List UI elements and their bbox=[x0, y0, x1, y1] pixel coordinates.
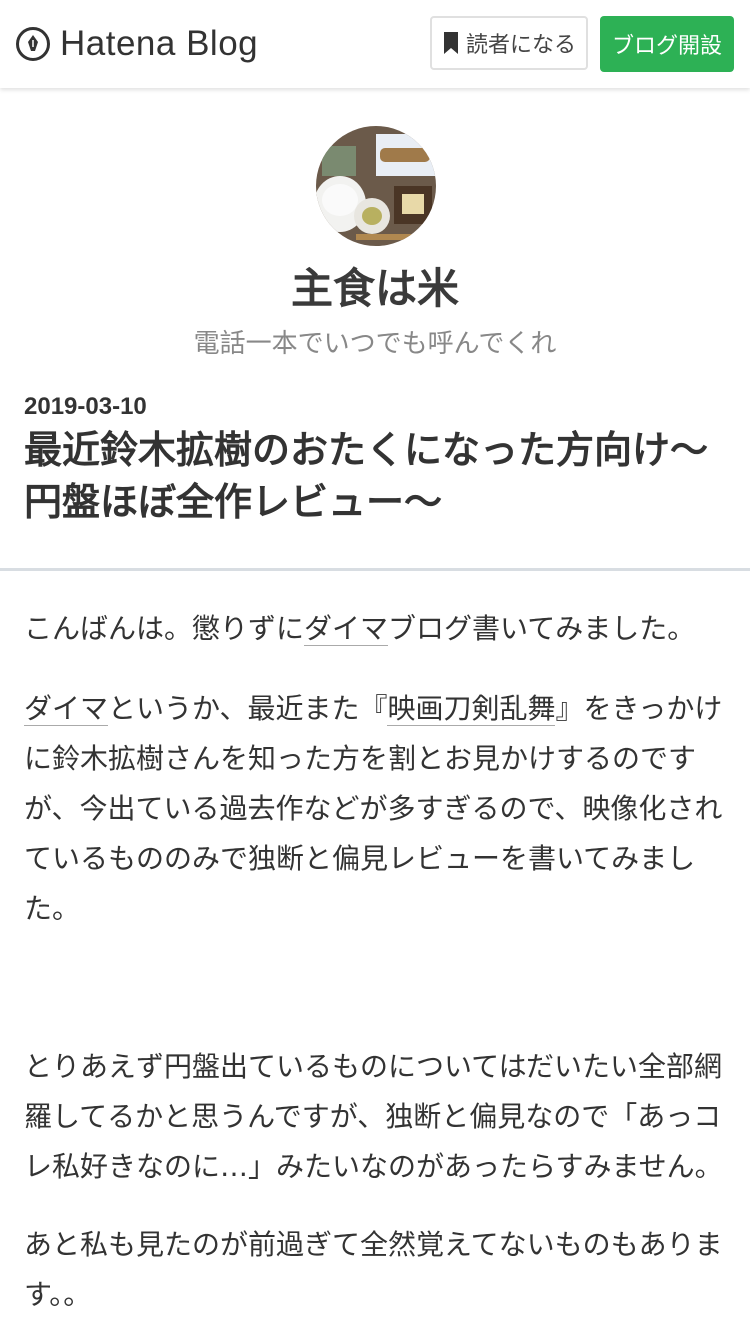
keyword-link-daima[interactable]: ダイマ bbox=[304, 612, 389, 646]
paragraph-intro: こんばんは。懲りずにダイマブログ書いてみました。 bbox=[24, 604, 728, 654]
hatena-pen-icon bbox=[16, 27, 50, 61]
paragraph-note: あと私も見たのが前過ぎて全然覚えてないものもあります。。 bbox=[24, 1228, 723, 1311]
open-blog-label: ブログ開設 bbox=[611, 34, 722, 59]
top-bar: Hatena Blog 読者になる ブログ開設 bbox=[0, 0, 750, 88]
hatena-blog-logo[interactable]: Hatena Blog bbox=[16, 24, 258, 64]
text: 』をきっかけに鈴木拡樹さんを知った方を割とお見かけするのですが、今出ている過去作… bbox=[24, 692, 723, 925]
open-blog-button[interactable]: ブログ開設 bbox=[600, 16, 734, 72]
keyword-link-touken-ranbu[interactable]: 映画刀剣乱舞 bbox=[387, 692, 556, 726]
keyword-link-daima[interactable]: ダイマ bbox=[24, 692, 109, 726]
paragraph-context: ダイマというか、最近また『映画刀剣乱舞』をきっかけに鈴木拡樹さんを知った方を割と… bbox=[24, 684, 728, 934]
blog-title[interactable]: 主食は米 bbox=[0, 255, 750, 316]
subscribe-button[interactable]: 読者になる bbox=[430, 16, 588, 70]
entry-date[interactable]: 2019-03-10 bbox=[24, 393, 147, 421]
subscribe-label: 読者になる bbox=[465, 33, 576, 58]
text: こんばんは。懲りずに bbox=[24, 612, 305, 645]
text: ブログ書いてみました。 bbox=[388, 612, 696, 645]
entry-title[interactable]: 最近鈴木拡樹のおたくになった方向け〜円盤ほぼ全作レビュー〜 bbox=[24, 424, 724, 528]
text: というか、最近また『 bbox=[108, 692, 388, 725]
divider bbox=[0, 568, 750, 571]
logo-text: Hatena Blog bbox=[60, 24, 259, 63]
blog-description: 電話一本でいつでも呼んでくれ bbox=[193, 329, 557, 359]
blog-avatar[interactable] bbox=[316, 126, 436, 246]
paragraph-scope: とりあえず円盤出ているものについてはだいたい全部網羅してるかと思うんですが、独断… bbox=[24, 1050, 723, 1183]
bookmark-icon bbox=[443, 32, 458, 54]
